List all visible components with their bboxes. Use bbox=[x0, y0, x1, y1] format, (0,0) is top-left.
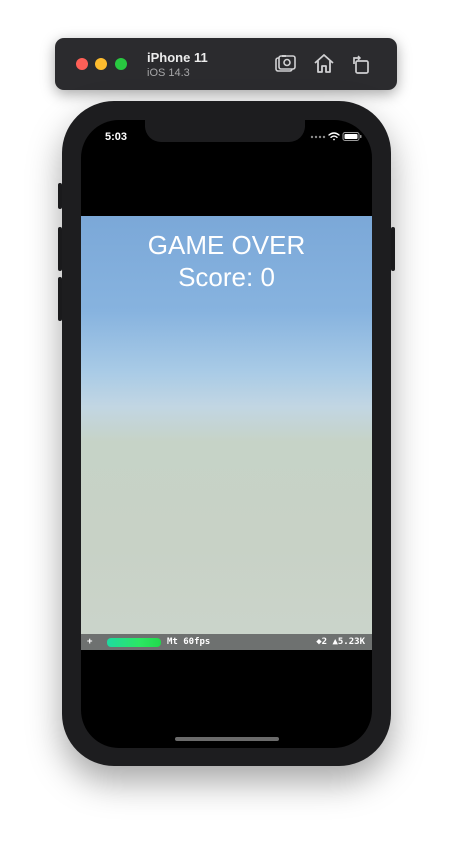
home-indicator[interactable] bbox=[175, 737, 279, 741]
status-icons bbox=[310, 132, 362, 141]
performance-stats-bar: + Mt 60fps ◆2 ▲5.23K bbox=[81, 634, 372, 650]
power-button bbox=[391, 227, 395, 271]
score-label: Score: bbox=[178, 262, 254, 292]
status-time: 5:03 bbox=[105, 131, 128, 143]
signal-dots-icon bbox=[310, 135, 326, 139]
screenshot-icon[interactable] bbox=[273, 52, 297, 76]
fps-meter-bar bbox=[107, 638, 161, 647]
zoom-window-button[interactable] bbox=[115, 58, 127, 70]
game-view[interactable]: GAME OVER Score: 0 + Mt 60fps ◆2 ▲5.23K bbox=[81, 216, 372, 650]
fps-label: Mt 60fps bbox=[167, 637, 211, 647]
score-value: 0 bbox=[260, 262, 275, 292]
game-over-title: GAME OVER bbox=[147, 230, 306, 260]
rotate-icon[interactable] bbox=[349, 52, 373, 76]
phone-screen: 5:03 GAME OVER Score: 0 + Mt 60fps ◆2 ▲5… bbox=[81, 120, 372, 748]
mute-switch bbox=[58, 183, 62, 209]
node-stats: ◆2 ▲5.23K bbox=[316, 637, 365, 647]
stats-expand-icon[interactable]: + bbox=[87, 634, 92, 650]
simulator-toolbar: iPhone 11 iOS 14.3 bbox=[55, 38, 397, 90]
score-display: Score: 0 bbox=[81, 262, 372, 292]
notch bbox=[145, 120, 305, 142]
battery-icon bbox=[342, 132, 362, 141]
wifi-icon bbox=[328, 132, 340, 141]
volume-down-button bbox=[58, 277, 62, 321]
volume-up-button bbox=[58, 227, 62, 271]
close-window-button[interactable] bbox=[76, 58, 88, 70]
minimize-window-button[interactable] bbox=[95, 58, 107, 70]
device-os-version: iOS 14.3 bbox=[147, 67, 190, 79]
home-icon[interactable] bbox=[312, 52, 336, 76]
device-name: iPhone 11 bbox=[147, 50, 208, 65]
